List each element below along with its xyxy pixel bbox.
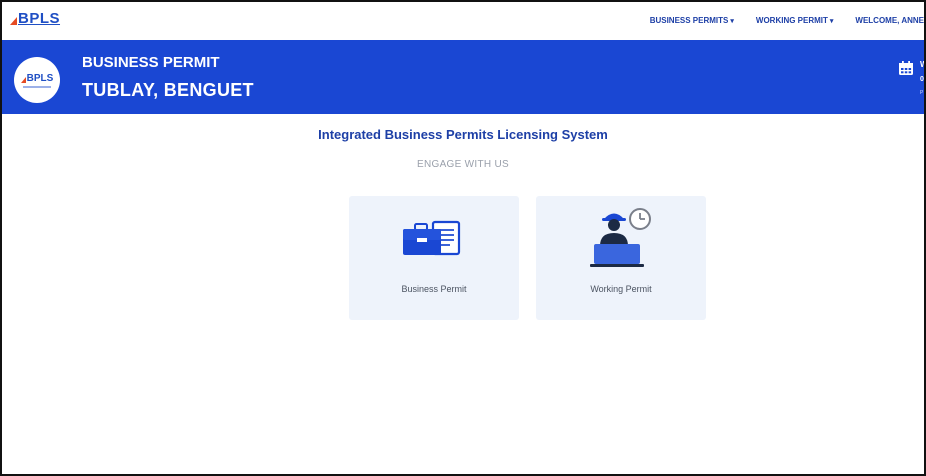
header-logo-badge: BPLS bbox=[14, 57, 60, 103]
worker-clock-icon bbox=[590, 208, 651, 267]
badge-flag-icon bbox=[20, 76, 26, 83]
page-header: BPLS BUSINESS PERMIT TUBLAY, BENGUET W 0… bbox=[2, 40, 924, 114]
nav-menu: BUSINESS PERMITS ▾ WORKING PERMIT ▾ WELCOM… bbox=[628, 16, 924, 25]
app-frame: BPLS BUSINESS PERMITS ▾ WORKING PERMIT ▾ W… bbox=[0, 0, 926, 476]
nav-business-permits[interactable]: BUSINESS PERMITS ▾ bbox=[650, 16, 734, 25]
page-location: TUBLAY, BENGUET bbox=[82, 80, 254, 100]
working-permit-card[interactable]: Working Permit bbox=[536, 196, 706, 320]
calendar-icon bbox=[899, 61, 913, 75]
briefcase-document-icon bbox=[403, 220, 461, 256]
page-title: BUSINESS PERMIT bbox=[82, 54, 220, 71]
badge-text: BPLS bbox=[26, 72, 54, 84]
nav-working-permit-label: WORKING PERMIT bbox=[755, 16, 828, 25]
header-date-label: W bbox=[920, 60, 924, 69]
header-date-value: 0 bbox=[920, 76, 924, 83]
brand-logo[interactable]: BPLS bbox=[10, 10, 60, 27]
working-permit-label: Working Permit bbox=[590, 284, 652, 294]
header-date-meta: P bbox=[920, 90, 924, 96]
business-permit-card[interactable]: Business Permit bbox=[349, 196, 519, 320]
chevron-down-icon: ▾ bbox=[730, 18, 734, 25]
logo-flag-icon bbox=[10, 17, 17, 25]
user-welcome-label: WELCOME, ANNE bbox=[855, 16, 924, 25]
logo-text: BPLS bbox=[18, 10, 61, 27]
badge-underline bbox=[23, 85, 51, 88]
nav-user-welcome[interactable]: WELCOME, ANNE bbox=[855, 16, 924, 25]
system-title: Integrated Business Permits Licensing Sy… bbox=[318, 127, 608, 142]
chevron-down-icon: ▾ bbox=[829, 18, 834, 25]
badge-logo: BPLS bbox=[20, 72, 54, 84]
engage-heading: ENGAGE WITH US bbox=[417, 159, 509, 170]
nav-business-permits-label: BUSINESS PERMITS bbox=[649, 16, 729, 25]
business-permit-label: Business Permit bbox=[401, 284, 467, 294]
top-navbar: BPLS BUSINESS PERMITS ▾ WORKING PERMIT ▾ W… bbox=[2, 2, 924, 41]
nav-working-permit[interactable]: WORKING PERMIT ▾ bbox=[756, 16, 834, 25]
